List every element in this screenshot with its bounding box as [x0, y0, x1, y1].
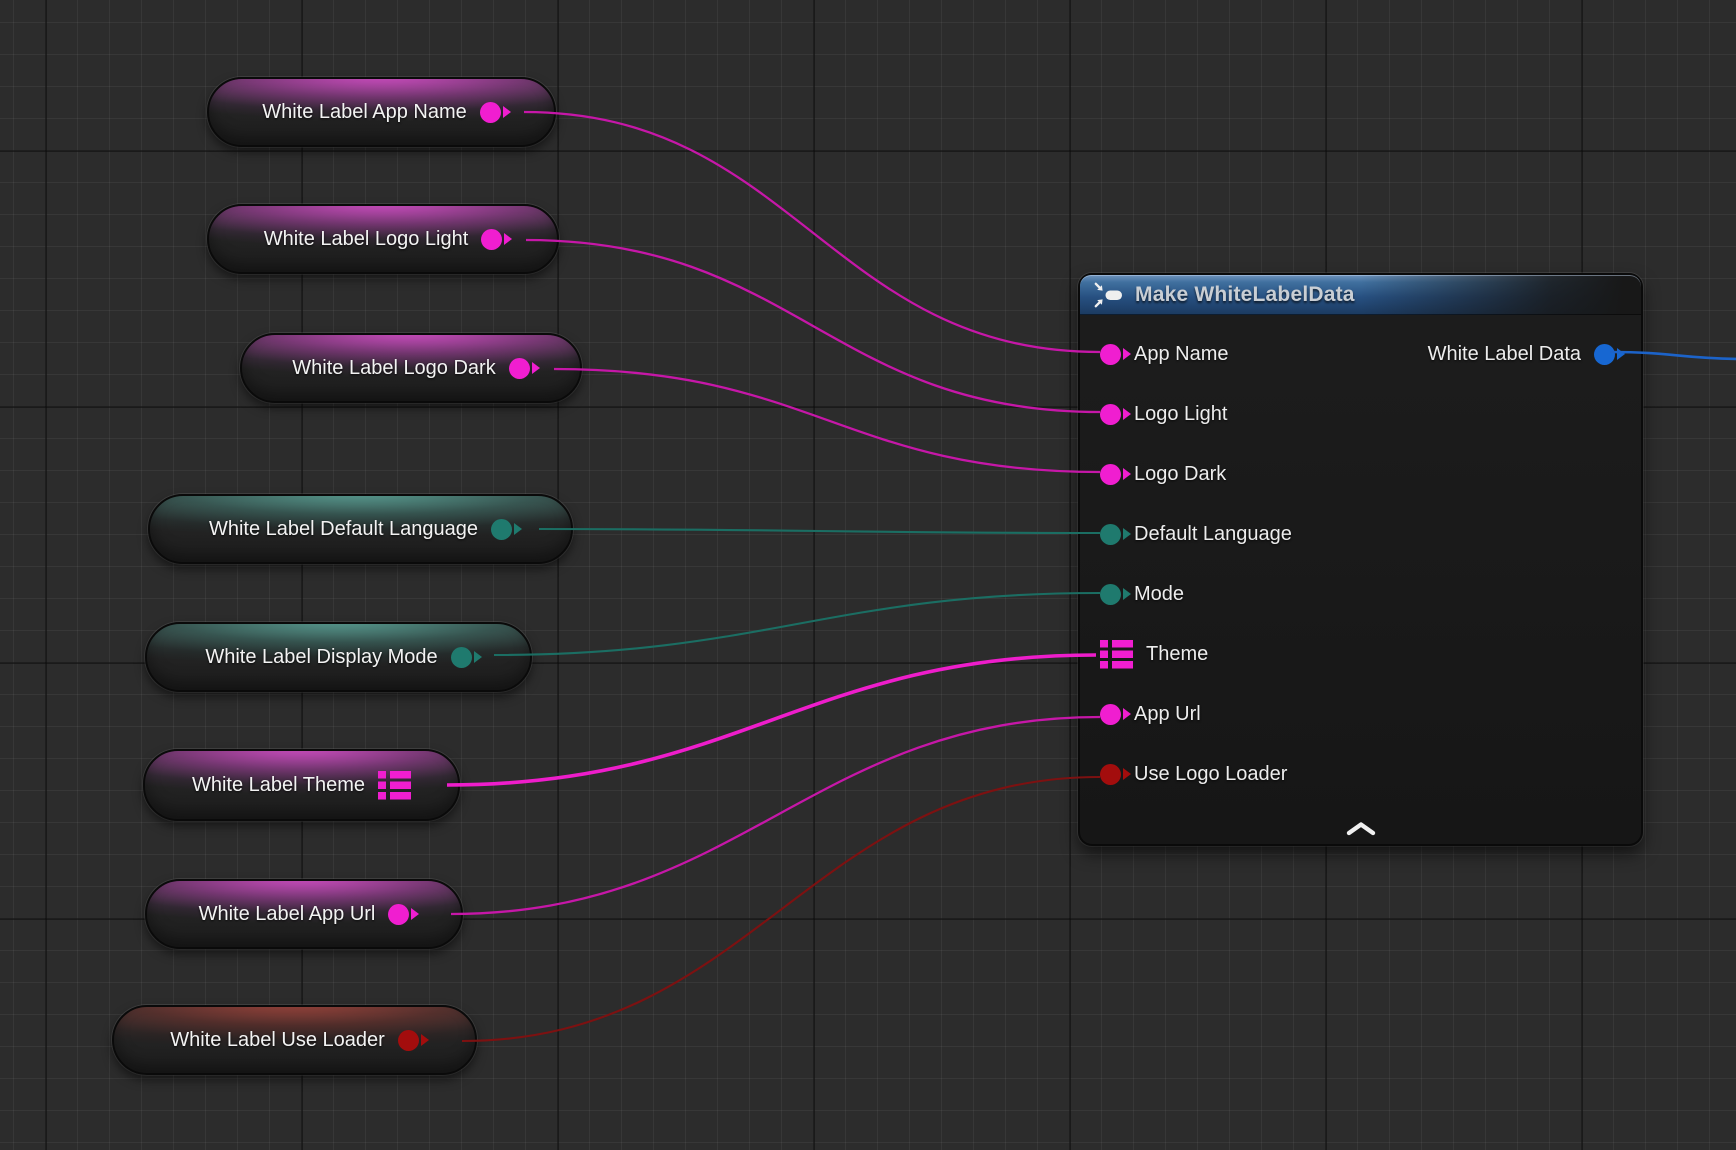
- string-output-pin[interactable]: [480, 102, 501, 123]
- wire-display-mode[interactable]: [494, 593, 1100, 655]
- pin-row: App Url: [1080, 684, 1641, 744]
- pin-label: White Label Data: [1428, 343, 1581, 366]
- string-output-pin[interactable]: [388, 904, 409, 925]
- string-input-pin[interactable]: [1100, 344, 1121, 365]
- collapse-node-button[interactable]: [1334, 819, 1388, 839]
- pin-row: Use Logo Loader: [1080, 744, 1641, 804]
- blueprint-graph-canvas[interactable]: White Label App Name White Label Logo Li…: [0, 0, 1736, 1150]
- variable-node-white-label-app-url[interactable]: White Label App Url: [145, 879, 463, 949]
- make-node-header[interactable]: Make WhiteLabelData: [1080, 275, 1641, 315]
- pin-label: App Name: [1134, 343, 1229, 366]
- pin-label: Logo Light: [1134, 403, 1227, 426]
- enum-output-pin[interactable]: [451, 647, 472, 668]
- bool-input-pin[interactable]: [1100, 764, 1121, 785]
- pin-label: App Url: [1134, 703, 1201, 726]
- enum-output-pin[interactable]: [491, 519, 512, 540]
- pin-row: Logo Light: [1080, 384, 1641, 444]
- pin-row: Theme: [1080, 624, 1641, 684]
- wire-app-url[interactable]: [451, 717, 1100, 914]
- variable-node-label: White Label Theme: [192, 774, 365, 797]
- variable-node-label: White Label Default Language: [209, 518, 478, 541]
- variable-node-white-label-default-language[interactable]: White Label Default Language: [148, 494, 573, 564]
- chevron-up-icon: [1344, 821, 1378, 837]
- string-input-pin[interactable]: [1100, 704, 1121, 725]
- wire-use-loader[interactable]: [462, 777, 1100, 1041]
- struct-output-pin[interactable]: [1594, 344, 1615, 365]
- variable-node-white-label-app-name[interactable]: White Label App Name: [207, 77, 556, 147]
- string-input-pin[interactable]: [1100, 464, 1121, 485]
- pin-label: Logo Dark: [1134, 463, 1226, 486]
- wire-default-language[interactable]: [539, 529, 1100, 533]
- make-struct-icon: [1094, 282, 1124, 308]
- pin-row: Default Language: [1080, 504, 1641, 564]
- variable-node-white-label-display-mode[interactable]: White Label Display Mode: [145, 622, 532, 692]
- variable-node-label: White Label App Url: [199, 903, 376, 926]
- pin-label: Mode: [1134, 583, 1184, 606]
- enum-input-pin[interactable]: [1100, 524, 1121, 545]
- pin-row: Mode: [1080, 564, 1641, 624]
- variable-node-label: White Label Logo Dark: [292, 357, 495, 380]
- variable-node-label: White Label Logo Light: [264, 228, 469, 251]
- string-input-pin[interactable]: [1100, 404, 1121, 425]
- pin-label: Use Logo Loader: [1134, 763, 1287, 786]
- pin-label: Theme: [1146, 643, 1208, 666]
- variable-node-white-label-use-loader[interactable]: White Label Use Loader: [112, 1005, 477, 1075]
- enum-input-pin[interactable]: [1100, 584, 1121, 605]
- variable-node-white-label-logo-dark[interactable]: White Label Logo Dark: [240, 333, 582, 403]
- wire-theme[interactable]: [447, 655, 1096, 785]
- string-output-pin[interactable]: [509, 358, 530, 379]
- wire-logo-dark[interactable]: [554, 369, 1100, 472]
- pin-label: Default Language: [1134, 523, 1292, 546]
- wire-logo-light[interactable]: [526, 240, 1100, 412]
- struct-pin-icon[interactable]: [378, 771, 411, 800]
- variable-node-label: White Label App Name: [262, 101, 467, 124]
- string-output-pin[interactable]: [481, 229, 502, 250]
- struct-input-pin-icon[interactable]: [1100, 640, 1133, 669]
- variable-node-label: White Label Use Loader: [170, 1029, 385, 1052]
- pin-row: Logo Dark: [1080, 444, 1641, 504]
- variable-node-label: White Label Display Mode: [205, 646, 437, 669]
- make-whitelabeldata-node[interactable]: Make WhiteLabelData App Name White Label…: [1078, 273, 1643, 846]
- bool-output-pin[interactable]: [398, 1030, 419, 1051]
- variable-node-white-label-theme[interactable]: White Label Theme: [143, 749, 460, 821]
- variable-node-white-label-logo-light[interactable]: White Label Logo Light: [207, 204, 559, 274]
- make-node-pin-rows: App Name White Label Data Logo Light Log…: [1080, 315, 1641, 804]
- make-node-title: Make WhiteLabelData: [1135, 283, 1355, 307]
- pin-row: App Name White Label Data: [1080, 324, 1641, 384]
- wire-app-name[interactable]: [524, 112, 1100, 352]
